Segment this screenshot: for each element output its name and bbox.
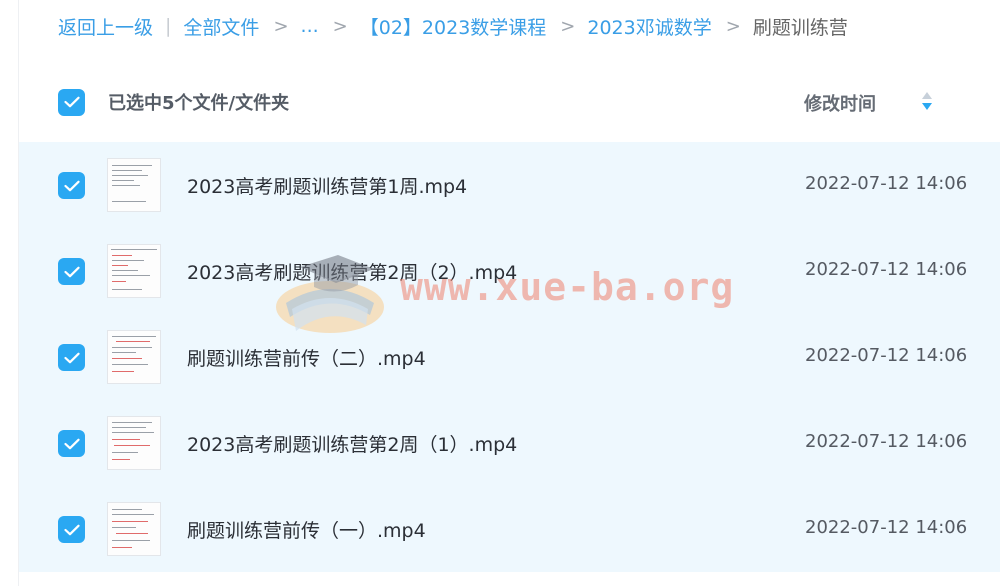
file-checkbox[interactable] [58, 430, 85, 457]
checkmark-icon [63, 524, 80, 535]
breadcrumb-separator-icon: > [725, 15, 741, 37]
file-name[interactable]: 2023高考刷题训练营第2周（1）.mp4 [187, 430, 517, 457]
file-name[interactable]: 2023高考刷题训练营第2周（2）.mp4 [187, 258, 517, 285]
breadcrumb-item-ellipsis[interactable]: ... [301, 15, 319, 37]
file-name[interactable]: 2023高考刷题训练营第1周.mp4 [187, 172, 467, 199]
file-modified-time: 2022-07-12 14:06 [805, 517, 968, 538]
breadcrumb-item-math-course[interactable]: 【02】2023数学课程 [360, 13, 547, 40]
sort-arrows-icon[interactable] [921, 90, 933, 112]
breadcrumb-item-dengcheng-math[interactable]: 2023邓诚数学 [587, 13, 711, 40]
file-modified-time: 2022-07-12 14:06 [805, 345, 968, 366]
file-row[interactable]: 2023高考刷题训练营第2周（1）.mp4 2022-07-12 14:06 [19, 400, 1000, 486]
breadcrumb-current: 刷题训练营 [752, 16, 848, 39]
video-thumbnail [107, 416, 161, 470]
file-modified-time: 2022-07-12 14:06 [805, 431, 968, 452]
breadcrumb-divider: | [165, 15, 172, 37]
file-row[interactable]: 刷题训练营前传（一）.mp4 2022-07-12 14:06 [19, 486, 1000, 572]
breadcrumb-back-link[interactable]: 返回上一级 [58, 13, 153, 40]
selection-count-label: 已选中5个文件/文件夹 [108, 93, 290, 114]
file-row[interactable]: 2023高考刷题训练营第1周.mp4 2022-07-12 14:06 [19, 142, 1000, 228]
breadcrumb-item-all-files[interactable]: 全部文件 [183, 13, 259, 40]
file-modified-time: 2022-07-12 14:06 [805, 259, 968, 280]
file-name[interactable]: 刷题训练营前传（二）.mp4 [187, 344, 426, 371]
breadcrumb-separator-icon: > [332, 15, 348, 37]
select-all-checkbox[interactable] [58, 88, 85, 116]
file-checkbox[interactable] [58, 172, 85, 199]
checkmark-icon [63, 96, 80, 108]
breadcrumb-separator-icon: > [273, 15, 289, 37]
file-row[interactable]: 2023高考刷题训练营第2周（2）.mp4 2022-07-12 14:06 [19, 228, 1000, 314]
file-modified-time: 2022-07-12 14:06 [805, 173, 968, 194]
checkmark-icon [63, 352, 80, 363]
file-name[interactable]: 刷题训练营前传（一）.mp4 [187, 516, 426, 543]
breadcrumb-separator-icon: > [560, 15, 576, 37]
video-thumbnail [107, 158, 161, 212]
file-list: 2023高考刷题训练营第1周.mp4 2022-07-12 14:06 2023… [19, 142, 1000, 572]
video-thumbnail [107, 330, 161, 384]
modified-time-column-header[interactable]: 修改时间 [804, 90, 876, 116]
file-checkbox[interactable] [58, 344, 85, 371]
file-row[interactable]: 刷题训练营前传（二）.mp4 2022-07-12 14:06 [19, 314, 1000, 400]
file-list-header: 已选中5个文件/文件夹 修改时间 [19, 66, 1000, 138]
breadcrumb: 返回上一级 | 全部文件 > ... > 【02】2023数学课程 > 2023… [58, 10, 848, 42]
checkmark-icon [63, 266, 80, 277]
checkmark-icon [63, 438, 80, 449]
left-panel-edge [0, 0, 19, 586]
checkmark-icon [63, 180, 80, 191]
video-thumbnail [107, 502, 161, 556]
file-checkbox[interactable] [58, 516, 85, 543]
file-checkbox[interactable] [58, 258, 85, 285]
video-thumbnail [107, 244, 161, 298]
